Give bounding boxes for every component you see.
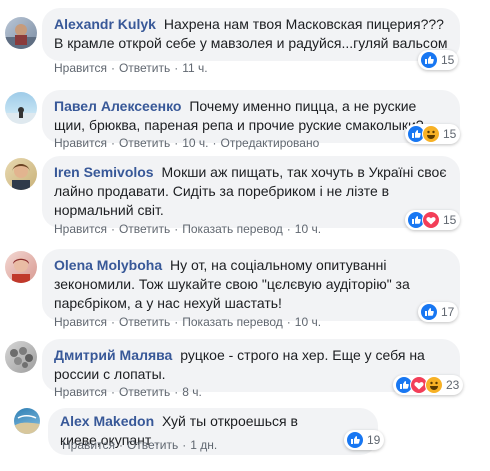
haha-reaction-icon [425,376,443,394]
comment-actions: Нравится · Ответить · 11 ч. [54,61,208,75]
comment-author[interactable]: Alexandr Kulyk [54,16,156,32]
haha-reaction-icon [422,125,440,143]
comment-actions: Нравится · Ответить · 1 дн. [62,438,218,452]
like-link[interactable]: Нравится [54,222,107,236]
reply-link[interactable]: Ответить [127,438,178,452]
like-link[interactable]: Нравится [54,385,107,399]
reaction-count: 23 [446,378,460,392]
timestamp[interactable]: 8 ч. [182,385,202,399]
comment-bubble: Iren Semivolos Мокши аж пищать, так хочу… [42,156,460,228]
comment-bubble: Olena Molyboha Ну от, на соціальному опи… [42,249,460,321]
like-reaction-icon [346,431,364,449]
avatar[interactable] [5,251,37,283]
comment-actions: Нравится · Ответить · 8 ч. [54,385,202,399]
reactions-summary[interactable]: 15 [405,124,461,144]
like-reaction-icon [420,51,438,69]
reaction-count: 19 [367,433,381,447]
reactions-summary[interactable]: 17 [418,302,459,322]
edited-label[interactable]: Отредактировано [221,136,320,150]
reply-link[interactable]: Ответить [119,136,170,150]
reply-link[interactable]: Ответить [119,61,170,75]
love-reaction-icon [422,211,440,229]
comment-bubble: Alexandr Kulyk Нахрена нам твоя Масковск… [42,8,460,61]
timestamp[interactable]: 10 ч. [182,136,208,150]
show-translation-link[interactable]: Показать перевод [182,222,283,236]
like-link[interactable]: Нравится [54,315,107,329]
comment-author[interactable]: Olena Molyboha [54,257,162,273]
like-link[interactable]: Нравится [54,136,107,150]
comment-author[interactable]: Дмитрий Малява [54,347,172,363]
comment-actions: Нравится · Ответить · 10 ч. · Отредактировано [54,136,320,150]
comment-actions: Нравится · Ответить · Показать перевод · 10 ч. [54,315,322,329]
show-translation-link[interactable]: Показать перевод [182,315,283,329]
reaction-count: 17 [441,305,455,319]
avatar[interactable] [5,158,37,190]
comment-author[interactable]: Павел Алексеенко [54,98,181,114]
reply-link[interactable]: Ответить [119,385,170,399]
like-link[interactable]: Нравится [62,438,115,452]
reaction-count: 15 [443,127,457,141]
reaction-count: 15 [443,213,457,227]
avatar[interactable] [5,92,37,124]
timestamp[interactable]: 11 ч. [182,61,207,75]
like-reaction-icon [420,303,438,321]
timestamp[interactable]: 10 ч. [295,222,321,236]
like-link[interactable]: Нравится [54,61,107,75]
timestamp[interactable]: 10 ч. [295,315,321,329]
comment-author[interactable]: Iren Semivolos [54,164,154,180]
comment-actions: Нравится · Ответить · Показать перевод · 10 ч. [54,222,322,236]
avatar[interactable] [5,17,37,49]
reply-link[interactable]: Ответить [119,222,170,236]
reactions-summary[interactable]: 23 [393,375,464,395]
reply-link[interactable]: Ответить [119,315,170,329]
reactions-summary[interactable]: 19 [344,430,385,450]
timestamp[interactable]: 1 дн. [190,438,217,452]
avatar[interactable] [14,408,40,434]
comment-author[interactable]: Alex Makedon [60,413,154,429]
reaction-count: 15 [441,53,455,67]
reactions-summary[interactable]: 15 [418,50,459,70]
avatar[interactable] [5,341,37,373]
reactions-summary[interactable]: 15 [405,210,461,230]
